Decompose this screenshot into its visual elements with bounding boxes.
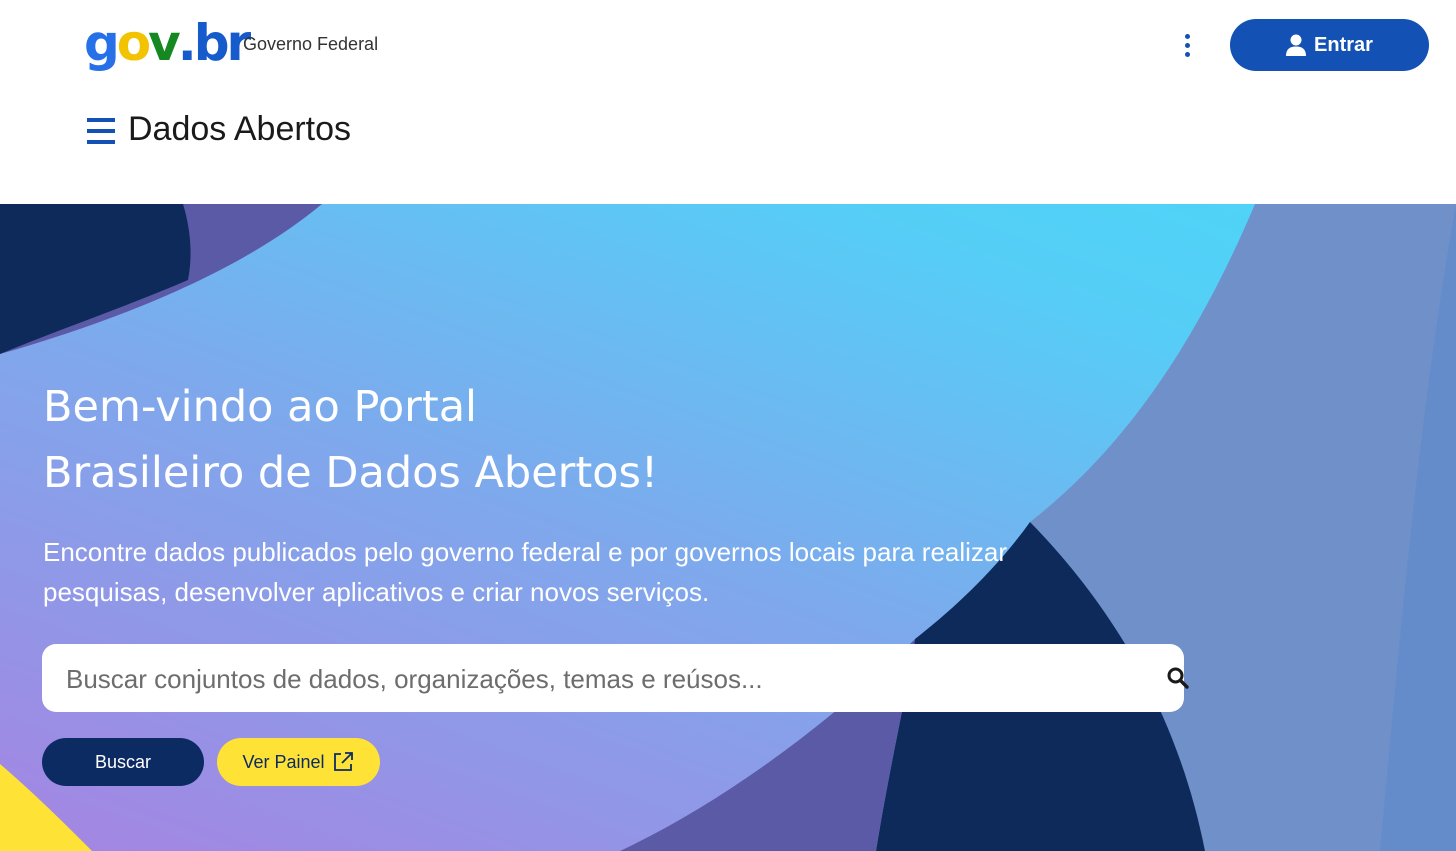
logo-letters-br: br xyxy=(193,14,251,72)
logo-dot: . xyxy=(177,14,197,72)
external-link-icon xyxy=(333,752,353,771)
search-box xyxy=(42,644,1189,714)
site-title: Dados Abertos xyxy=(128,110,352,148)
login-label: Entrar xyxy=(1314,33,1373,56)
hero-description: Encontre dados publicados pelo governo f… xyxy=(43,532,1123,612)
kebab-menu-icon[interactable] xyxy=(1176,30,1198,60)
login-button[interactable]: Entrar xyxy=(1230,19,1429,71)
search-icon[interactable] xyxy=(1166,666,1190,690)
ver-painel-button[interactable]: Ver Painel xyxy=(217,738,380,786)
hero-title-line-2: Brasileiro de Dados Abertos! xyxy=(43,448,659,498)
hero-title-line-1: Bem-vindo ao Portal xyxy=(43,382,477,432)
logo-letter-v: v xyxy=(148,14,181,72)
ver-painel-label: Ver Painel xyxy=(242,751,325,772)
site-header: g o v . br Governo Federal Entrar Dados … xyxy=(0,0,1456,204)
logo-letter-g: g xyxy=(84,14,120,72)
hero-description-line-2: pesquisas, desenvolver aplicativos e cri… xyxy=(43,577,710,607)
logo-letter-o: o xyxy=(116,14,151,72)
hamburger-icon[interactable] xyxy=(87,118,115,144)
hero-description-line-1: Encontre dados publicados pelo governo f… xyxy=(43,537,1008,567)
govbr-logo[interactable]: g o v . br xyxy=(84,12,251,74)
user-icon xyxy=(1286,34,1307,56)
hero-banner: Bem-vindo ao Portal Brasileiro de Dados … xyxy=(0,204,1456,851)
search-input[interactable] xyxy=(64,644,1108,714)
hero-title: Bem-vindo ao Portal Brasileiro de Dados … xyxy=(43,374,943,506)
buscar-button[interactable]: Buscar xyxy=(42,738,204,786)
government-label: Governo Federal xyxy=(243,34,379,54)
